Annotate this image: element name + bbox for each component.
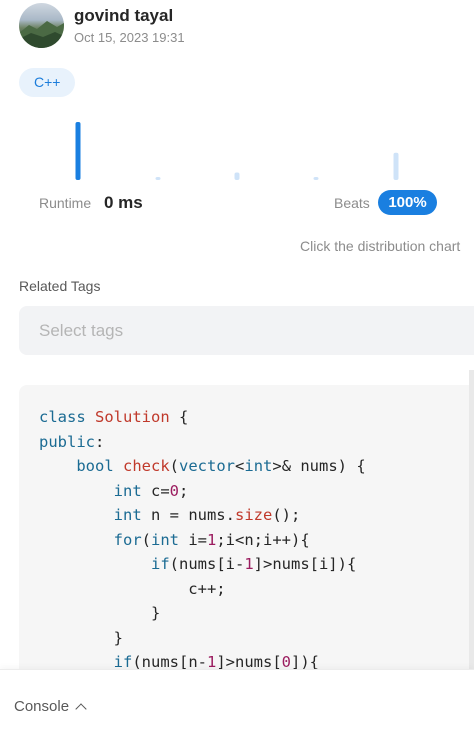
beats-badge: 100% [378,190,437,215]
console-button[interactable]: Console [14,698,87,715]
language-tag[interactable]: C++ [19,68,76,97]
panel-edge [469,370,474,670]
code-line: } [39,628,123,647]
distribution-bar[interactable] [393,152,399,180]
chevron-up-icon [75,702,87,715]
code-line: if(nums[i-1]>nums[i]){ [150,555,357,573]
code-line: class Solution { [39,408,189,426]
avatar[interactable] [19,3,64,48]
code-block[interactable]: class Solution { public: bool check(vect… [19,385,474,675]
code-line: int c=0; [113,481,189,500]
post-date: Oct 15, 2023 19:31 [74,30,185,45]
code-text: class Solution { public: bool check(vect… [39,405,366,675]
console-label: Console [14,698,70,715]
code-line: for(int i=1;i<n;i++){ [113,530,310,549]
distribution-bar[interactable] [75,122,81,180]
code-line: public: [39,432,105,451]
distribution-bar[interactable] [155,177,161,180]
related-tags-label: Related Tags [19,278,101,294]
distribution-bar[interactable] [234,172,240,180]
runtime-label: Runtime [39,195,92,211]
runtime-value: 0 ms [104,193,143,212]
tags-select-input[interactable] [19,306,474,355]
chart-hint: Click the distribution chart [300,238,461,254]
distribution-chart[interactable] [0,110,474,185]
code-line: int n = nums.size(); [113,506,301,524]
distribution-bar[interactable] [313,177,319,180]
code-line: } [39,604,161,622]
beats-label: Beats [334,195,370,211]
code-line: bool check(vector<int>& nums) { [76,457,366,475]
bottom-bar: Console [0,669,474,738]
author-name[interactable]: govind tayal [74,6,173,26]
code-line: c++; [39,579,226,598]
